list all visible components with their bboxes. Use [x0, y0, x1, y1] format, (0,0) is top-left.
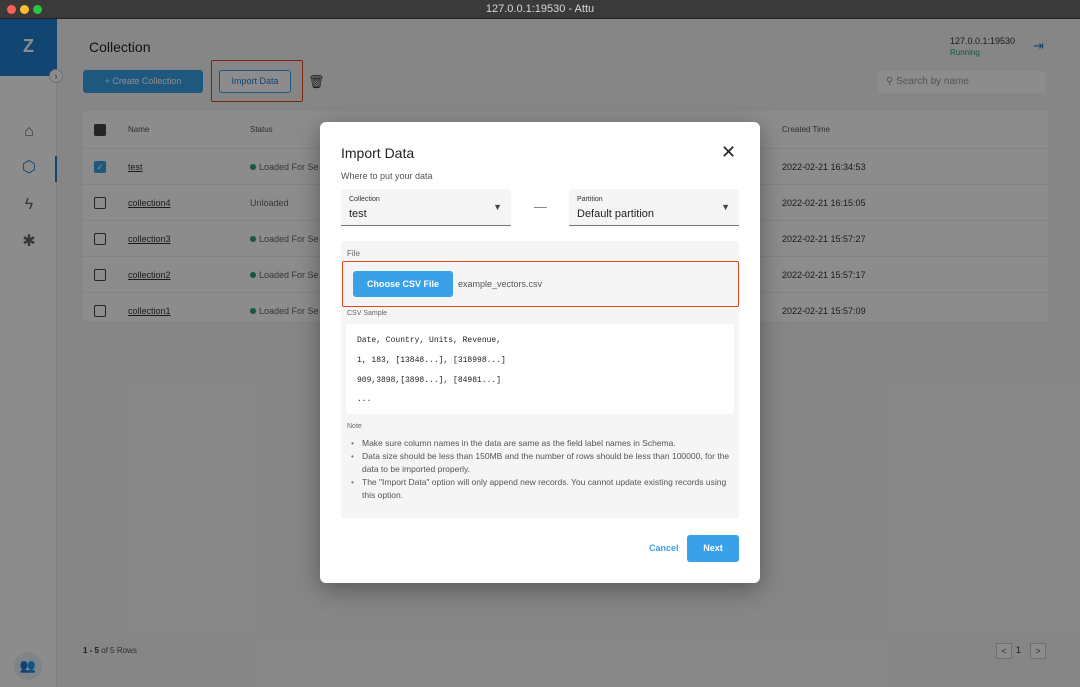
csv-sample-box: Date, Country, Units, Revenue, 1, 183, [… — [346, 324, 734, 414]
collection-select-label: Collection — [349, 196, 380, 203]
csv-sample-line: Date, Country, Units, Revenue, — [357, 336, 502, 345]
separator-dash — [534, 207, 547, 208]
next-button[interactable]: Next — [687, 535, 739, 562]
dialog-subtitle: Where to put your data — [341, 171, 433, 181]
caret-down-icon: ▼ — [493, 202, 502, 212]
partition-select[interactable]: Partition Default partition ▼ — [569, 189, 739, 226]
collection-select[interactable]: Collection test ▼ — [341, 189, 511, 226]
cancel-button[interactable]: Cancel — [649, 543, 679, 553]
note-item: The "Import Data" option will only appen… — [347, 476, 737, 502]
file-panel: File Choose CSV File example_vectors.csv… — [341, 241, 739, 518]
note-list: Make sure column names in the data are s… — [347, 437, 737, 502]
collection-select-value: test — [349, 208, 367, 220]
file-section-label: File — [347, 249, 360, 258]
note-item: Data size should be less than 150MB and … — [347, 450, 737, 476]
partition-select-label: Partition — [577, 196, 603, 203]
csv-sample-line: 909,3898,[3898...], [84981...] — [357, 376, 502, 385]
csv-sample-line: ... — [357, 395, 372, 404]
dialog-title: Import Data — [341, 145, 415, 161]
caret-down-icon: ▼ — [721, 202, 730, 212]
import-data-dialog: Import Data ✕ Where to put your data Col… — [320, 122, 760, 583]
selected-file-name: example_vectors.csv — [458, 279, 543, 289]
note-item: Make sure column names in the data are s… — [347, 437, 737, 450]
partition-select-value: Default partition — [577, 208, 655, 220]
window-title: 127.0.0.1:19530 - Attu — [485, 3, 595, 15]
note-label: Note — [347, 423, 362, 430]
close-icon[interactable]: ✕ — [721, 142, 736, 163]
csv-sample-label: CSV Sample — [347, 310, 388, 317]
window-titlebar: 127.0.0.1:19530 - Attu — [0, 0, 1080, 19]
csv-sample-line: 1, 183, [13848...], [318998...] — [357, 356, 506, 365]
choose-csv-file-button[interactable]: Choose CSV File — [353, 271, 453, 297]
